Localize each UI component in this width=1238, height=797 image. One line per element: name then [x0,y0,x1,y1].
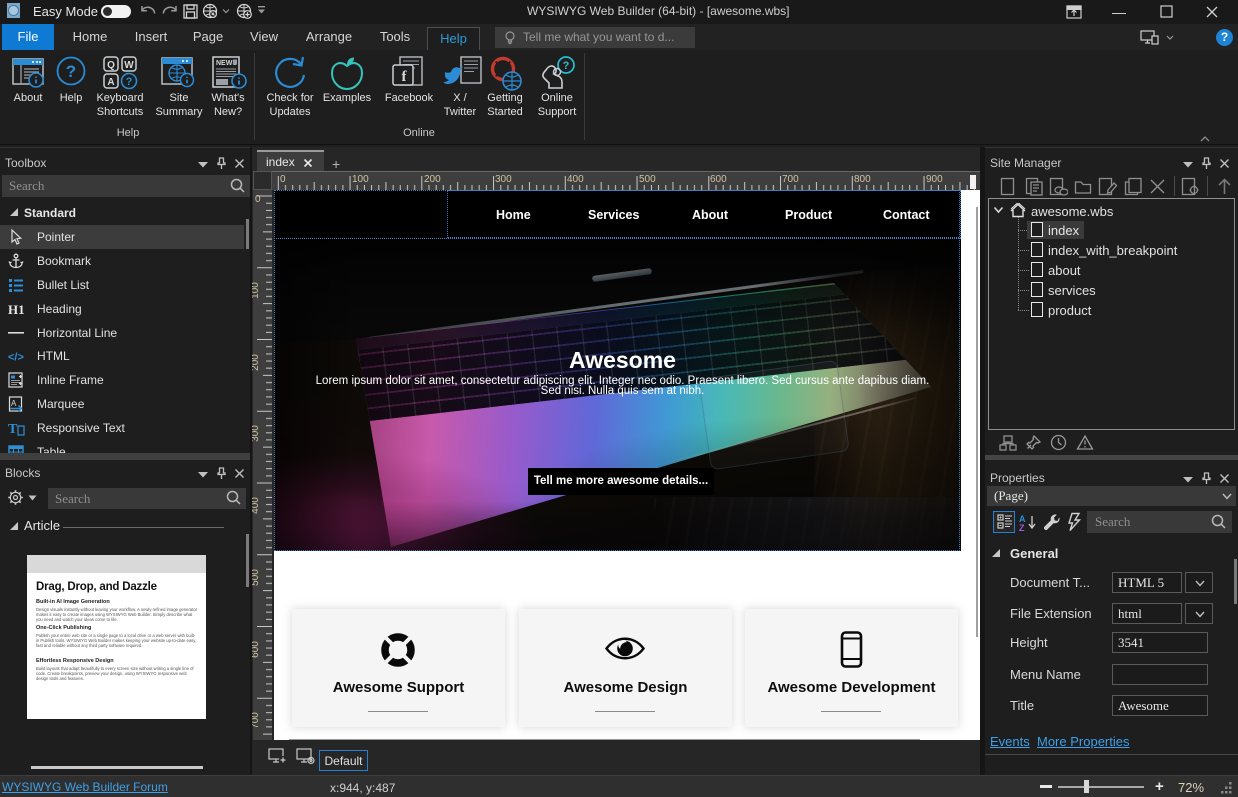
svg-text:T: T [8,422,18,436]
svg-text:Z: Z [1019,523,1025,532]
svg-text:A: A [11,399,17,408]
svg-text:</>: </> [8,352,24,364]
svg-text:?: ? [563,60,570,72]
svg-text:W: W [124,60,134,71]
svg-text:A: A [107,77,114,88]
svg-text:?: ? [66,62,76,81]
svg-text:H1: H1 [8,302,25,317]
svg-text:?: ? [126,76,133,88]
svg-text:Q: Q [107,60,115,71]
